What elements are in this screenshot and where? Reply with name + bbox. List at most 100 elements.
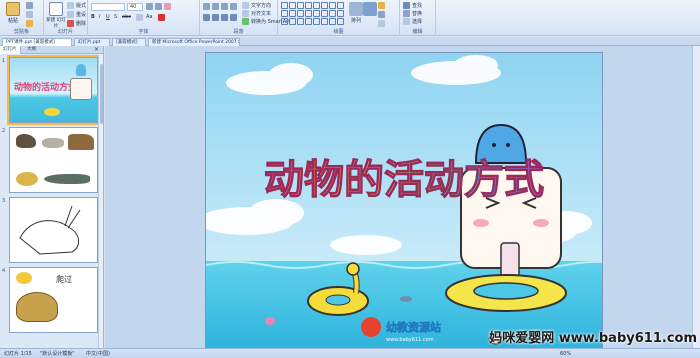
thumb-rabbit-drawing [19, 205, 81, 255]
doc-tab-2[interactable]: 幻灯片.ppt [74, 38, 110, 46]
strikethrough-button[interactable]: abc [122, 14, 131, 20]
numbering-button[interactable] [212, 3, 219, 10]
justify-icon [230, 14, 237, 21]
font-name-field[interactable] [91, 3, 125, 11]
slide-artwork: 动物的活动方式 幼教资源站 www.baby611.com [206, 53, 602, 347]
doc-tab-4[interactable]: 新建 Microsoft Office PowerPoint 2007 幻灯片.… [148, 38, 240, 46]
site-watermark: 妈咪爱婴网 www.baby611.com [489, 331, 697, 346]
justify-button[interactable] [230, 14, 237, 21]
paste-icon [6, 2, 20, 16]
group-label-editing: 编辑 [412, 29, 423, 35]
slide-thumbnail-4[interactable]: 爬过 [9, 267, 98, 333]
logo-url: www.baby611.com [386, 337, 434, 343]
group-label-clipboard: 剪贴板 [13, 29, 29, 35]
text-direction-icon [242, 2, 249, 9]
shrink-font-button[interactable] [155, 3, 162, 10]
align-right-button[interactable] [221, 14, 228, 21]
thumb-turtle-cartoon [16, 292, 58, 322]
ribbon: 粘贴 剪贴板 新建 幻灯片 版式 重设 删除 幻灯片 40 B I U S ab… [0, 0, 700, 36]
current-slide[interactable]: 动物的活动方式 幼教资源站 www.baby611.com [205, 52, 603, 348]
document-tabs: PPT课件.ppt [兼容模式] 幻灯片.ppt [兼容模式] 新建 Micro… [0, 37, 700, 46]
font-group: 40 B I U S abc Aa 字体 [88, 0, 200, 36]
effects-icon [378, 20, 385, 27]
change-case-button[interactable]: Aa [146, 14, 152, 20]
slide-thumbnail-1[interactable]: 动物的活动方式 [7, 55, 100, 125]
shrink-font-icon [155, 3, 162, 10]
new-slide-button[interactable]: 新建 幻灯片 [46, 2, 66, 29]
paragraph-group: 文字方向 对齐文本 转换为 SmartArt 段落 [200, 0, 290, 36]
align-left-button[interactable] [203, 14, 210, 21]
reset-icon [67, 11, 74, 18]
grow-font-icon [146, 3, 153, 10]
slide-thumbnail-3[interactable] [9, 197, 98, 263]
shape-outline-button[interactable] [378, 11, 385, 18]
italic-button[interactable]: I [99, 14, 100, 20]
thumb-horse-image [68, 134, 94, 150]
scrollbar-thumb[interactable] [100, 64, 103, 124]
quick-styles-button[interactable] [362, 2, 378, 17]
eraser-icon [164, 3, 171, 10]
delete-button[interactable]: 删除 [67, 20, 86, 27]
font-color-button[interactable] [158, 14, 165, 21]
slide-count: 幻灯片 1/15 [4, 351, 32, 357]
copy-button[interactable] [26, 11, 33, 18]
thumb-character [76, 64, 86, 76]
select-button[interactable]: 选择 [403, 18, 422, 25]
numbering-icon [212, 3, 219, 10]
slide-number: 1 [2, 58, 6, 64]
grow-font-button[interactable] [146, 3, 153, 10]
thumb-slide-text: 爬过 [56, 275, 72, 284]
replace-button[interactable]: 替换 [403, 10, 422, 17]
small-fish [400, 296, 412, 302]
decrease-indent-button[interactable] [221, 3, 228, 10]
thumb-animal-image [42, 138, 64, 148]
shape-effects-button[interactable] [378, 20, 385, 27]
pen-icon [378, 11, 385, 18]
tab-slides[interactable]: 幻灯片 [0, 46, 21, 54]
slide-number: 4 [2, 268, 6, 274]
quick-styles-icon [363, 2, 377, 16]
shadow-button[interactable]: S [114, 14, 117, 20]
reset-button[interactable]: 重设 [67, 11, 86, 18]
editor-scrollbar[interactable] [692, 46, 700, 348]
tab-outline[interactable]: 大纲 [24, 46, 39, 54]
align-text-icon [242, 10, 249, 17]
group-label-paragraph: 段落 [233, 29, 244, 35]
paste-button[interactable]: 粘贴 [3, 2, 23, 24]
pane-tabs: 幻灯片 大纲 × [0, 46, 103, 54]
slide-editor: 动物的活动方式 幼教资源站 www.baby611.com [105, 46, 700, 348]
font-color-icon [158, 14, 165, 21]
bold-button[interactable]: B [91, 14, 95, 20]
layout-button[interactable]: 版式 [67, 2, 86, 9]
shapes-gallery[interactable] [281, 2, 344, 25]
slide-thumbnail-2[interactable] [9, 127, 98, 193]
bullets-button[interactable] [203, 3, 210, 10]
pane-scrollbar[interactable] [98, 54, 103, 348]
arrange-icon [349, 2, 363, 16]
align-center-button[interactable] [212, 14, 219, 21]
clear-format-button[interactable] [164, 3, 171, 10]
doc-tab-3[interactable]: [兼容模式] [112, 38, 146, 46]
binoculars-icon [403, 2, 410, 9]
format-painter-button[interactable] [26, 20, 33, 27]
indent-right-icon [230, 3, 237, 10]
layout-icon [67, 2, 74, 9]
close-pane-icon[interactable]: × [94, 46, 99, 54]
apple-logo-icon [361, 317, 381, 337]
status-bar: 幻灯片 1/15 "默认设计模板" 中文(中国) 60% [0, 348, 700, 358]
shape-fill-button[interactable] [378, 2, 385, 9]
find-button[interactable]: 查找 [403, 2, 422, 9]
font-size-field[interactable]: 40 [127, 3, 143, 11]
zoom-level[interactable]: 60% [560, 350, 571, 358]
text-direction-button[interactable]: 文字方向 [242, 2, 271, 9]
char-spacing-button[interactable] [136, 14, 143, 21]
increase-indent-button[interactable] [230, 3, 237, 10]
slide-number: 3 [2, 198, 6, 204]
underline-button[interactable]: U [106, 14, 110, 20]
thumb-turtle-image [16, 172, 38, 186]
align-text-button[interactable]: 对齐文本 [242, 10, 271, 17]
cut-button[interactable] [26, 2, 33, 9]
replace-icon [403, 10, 410, 17]
doc-tab-1[interactable]: PPT课件.ppt [兼容模式] [2, 38, 72, 46]
pink-fish [265, 317, 275, 325]
